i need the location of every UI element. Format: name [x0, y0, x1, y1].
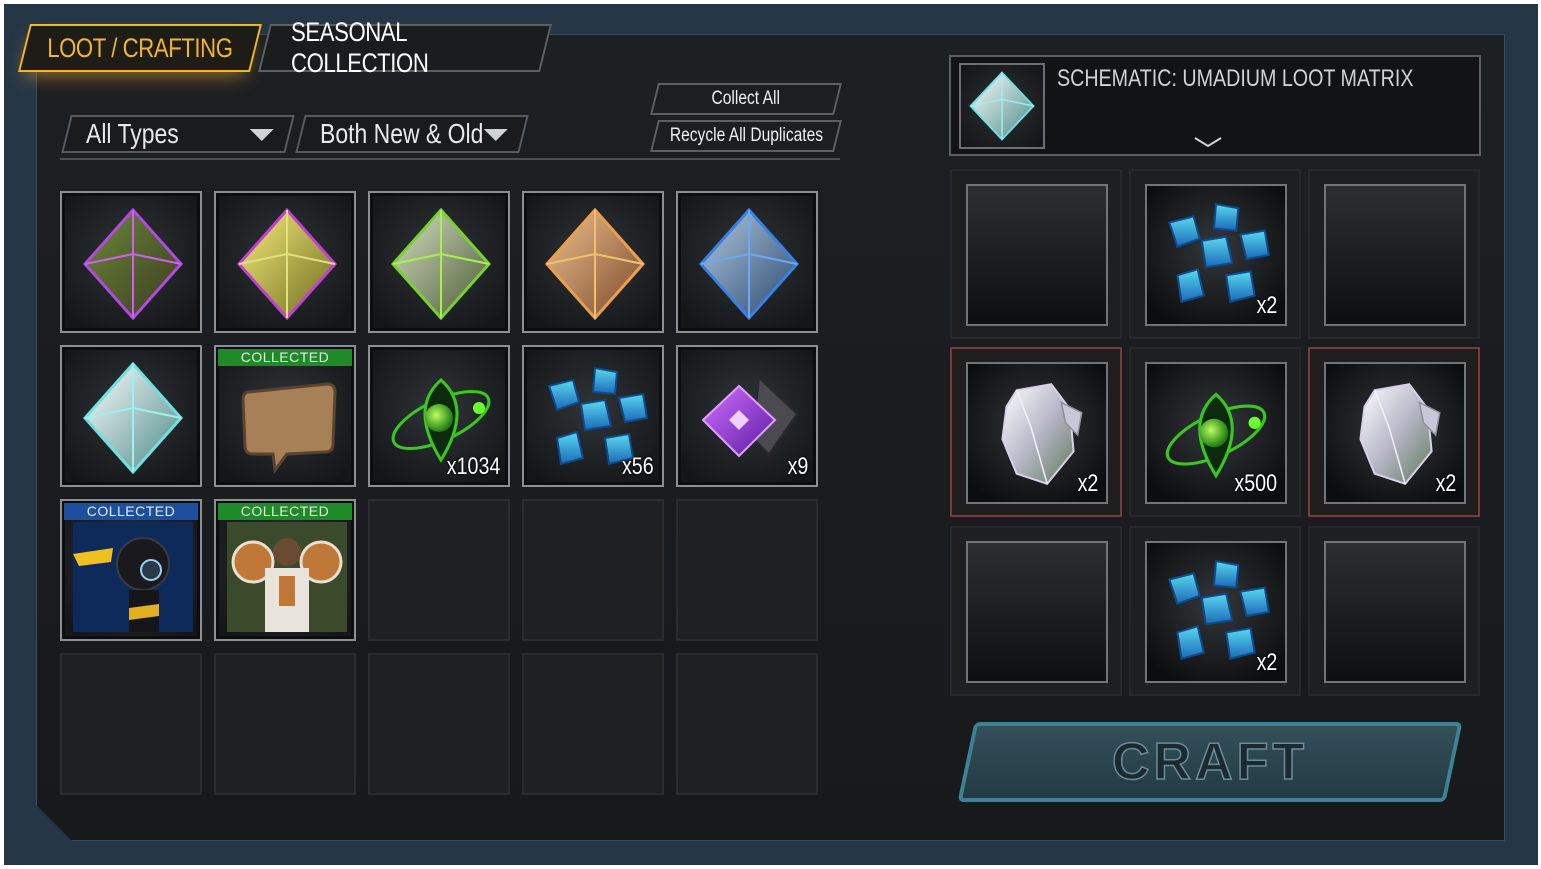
chevron-down-icon	[483, 129, 508, 141]
inventory-slot-empty[interactable]	[522, 499, 664, 641]
recipe-slot-frame: x2	[1324, 362, 1466, 504]
recipe-quantity: x2	[1077, 470, 1098, 497]
recycle-duplicates-label: Recycle All Duplicates	[669, 125, 823, 146]
recycle-duplicates-button[interactable]: Recycle All Duplicates	[650, 120, 842, 152]
recipe-slot-frame: x2	[1145, 184, 1287, 326]
inventory-slot[interactable]	[60, 191, 202, 333]
inventory-slot[interactable]	[368, 191, 510, 333]
inventory-slot[interactable]: x56	[522, 345, 664, 487]
item-quantity: x56	[622, 453, 654, 480]
recipe-slot[interactable]: x2	[1129, 169, 1301, 339]
recipe-slot-frame	[1324, 184, 1466, 326]
craft-label: CRAFT	[1111, 732, 1309, 792]
loot-matrix-bronze-icon	[544, 207, 646, 321]
recipe-quantity: x500	[1234, 470, 1277, 497]
tab-loot-crafting[interactable]: LOOT / CRAFTING	[18, 24, 262, 72]
collect-all-label: Collect All	[711, 88, 781, 109]
recipe-slot-frame: x2	[966, 362, 1108, 504]
craft-button[interactable]: CRAFT	[957, 722, 1463, 802]
schematic-thumbnail	[959, 63, 1045, 149]
recipe-slot[interactable]: x500	[1129, 347, 1301, 517]
age-filter-value: Both New & Old	[320, 118, 484, 149]
item-quantity: x9	[787, 453, 808, 480]
recipe-slot-empty	[950, 526, 1122, 696]
loot-matrix-green-icon	[390, 207, 492, 321]
recipe-slot-frame: x500	[1145, 362, 1287, 504]
inventory-slot[interactable]	[522, 191, 664, 333]
inventory-slot[interactable]: COLLECTED	[214, 499, 356, 641]
loot-matrix-umadium-icon	[969, 71, 1035, 141]
inventory-slot-empty[interactable]	[368, 653, 510, 795]
inventory-slot-empty[interactable]	[676, 653, 818, 795]
recipe-slot-missing[interactable]: x2	[1308, 347, 1480, 517]
inventory-slot-empty[interactable]	[214, 653, 356, 795]
inventory-slot-empty[interactable]	[522, 653, 664, 795]
type-filter-value: All Types	[86, 118, 179, 149]
loot-matrix-umadium-icon	[82, 361, 184, 475]
schematic-selector[interactable]: SCHEMATIC: UMADIUM LOOT MATRIX	[949, 55, 1481, 156]
inventory-slot[interactable]	[214, 191, 356, 333]
recipe-quantity: x2	[1256, 292, 1277, 319]
filter-divider	[60, 158, 840, 160]
item-quantity: x1034	[446, 453, 500, 480]
tab-seasonal-collection-label: SEASONAL COLLECTION	[291, 17, 429, 78]
loot-matrix-purple-icon	[82, 207, 184, 321]
inventory-slot-empty[interactable]	[676, 499, 818, 641]
recipe-quantity: x2	[1256, 649, 1277, 676]
age-filter-dropdown[interactable]: Both New & Old	[295, 115, 529, 153]
recipe-slot-empty	[1308, 526, 1480, 696]
chevron-down-icon[interactable]	[1193, 135, 1223, 149]
recipe-slot-frame	[966, 541, 1108, 683]
inventory-slot[interactable]: x9	[676, 345, 818, 487]
inventory-slot-empty[interactable]	[60, 653, 202, 795]
inventory-slot-empty[interactable]	[368, 499, 510, 641]
recipe-slot-frame	[966, 184, 1108, 326]
chevron-down-icon	[249, 129, 274, 141]
type-filter-dropdown[interactable]: All Types	[61, 115, 295, 153]
recipe-slot-frame: x2	[1145, 541, 1287, 683]
robot-character-icon	[73, 522, 193, 632]
tab-loot-crafting-label: LOOT / CRAFTING	[47, 32, 233, 63]
inventory-slot[interactable]	[676, 191, 818, 333]
inventory-slot[interactable]: COLLECTED	[60, 499, 202, 641]
schematic-title: SCHEMATIC: UMADIUM LOOT MATRIX	[1057, 65, 1414, 92]
recipe-slot[interactable]: x2	[1129, 526, 1301, 696]
loot-matrix-blue-icon	[698, 207, 800, 321]
recipe-slot-empty	[950, 169, 1122, 339]
armored-hero-icon	[227, 522, 347, 632]
recipe-slot-missing[interactable]: x2	[950, 347, 1122, 517]
recipe-slot-empty	[1308, 169, 1480, 339]
recipe-slot-frame	[1324, 541, 1466, 683]
inventory-slot[interactable]: x1034	[368, 345, 510, 487]
recipe-quantity: x2	[1435, 470, 1456, 497]
collect-all-button[interactable]: Collect All	[650, 83, 842, 115]
tab-seasonal-collection[interactable]: SEASONAL COLLECTION	[258, 17, 552, 78]
inventory-slot[interactable]: COLLECTED	[214, 345, 356, 487]
inventory-slot[interactable]	[60, 345, 202, 487]
loot-matrix-gold-icon	[236, 207, 338, 321]
speech-bubble-icon	[241, 382, 337, 474]
